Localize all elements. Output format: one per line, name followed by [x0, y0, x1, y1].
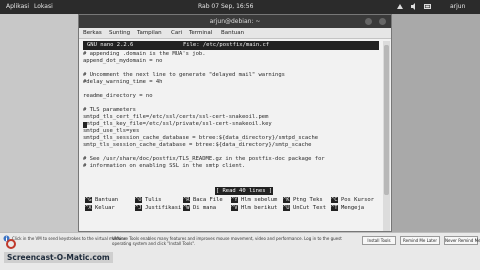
shortcut-next-page[interactable]: ^V Hlm berikut	[231, 205, 277, 211]
code-line: smtpd_tls_key_file=/etc/ssl/private/ssl-…	[83, 121, 272, 127]
shortcut-cursor-pos[interactable]: ^C Pos Kursor	[331, 197, 374, 203]
terminal-titlebar[interactable]: arjun@debian: ~	[79, 15, 391, 28]
desktop-left	[0, 14, 78, 232]
places-menu[interactable]: Lokasi	[34, 3, 53, 10]
code-line: #delay_warning_time = 4h	[83, 79, 163, 85]
shortcut-help[interactable]: ^G Bantuan	[85, 197, 118, 203]
shortcut-spell[interactable]: ^T Mengeja	[331, 205, 364, 211]
code-line: smtp_tls_session_cache_database = btree:…	[83, 142, 312, 148]
code-line: smtpd_tls_cert_file=/etc/ssl/certs/ssl-c…	[83, 114, 269, 120]
code-line: # TLS parameters	[83, 107, 136, 113]
user-menu[interactable]: arjun	[450, 3, 465, 10]
screencast-watermark: Screencast-O-Matic.com	[4, 252, 113, 263]
menu-bantuan[interactable]: Bantuan	[221, 30, 244, 36]
volume-icon[interactable]	[410, 3, 418, 10]
vm-keystroke-hint: Click in the VM to send keystrokes to th…	[12, 236, 127, 241]
terminal-menubar: Berkas Sunting Tampilan Cari Terminal Ba…	[79, 28, 391, 39]
nano-status: [ Read 40 lines ]	[215, 187, 273, 195]
window-title: arjun@debian: ~	[209, 18, 261, 25]
menu-tampilan[interactable]: Tampilan	[137, 30, 162, 36]
nano-version: GNU nano 2.2.6	[87, 42, 134, 48]
terminal-window[interactable]: arjun@debian: ~ Berkas Sunting Tampilan …	[78, 14, 392, 232]
remind-later-button[interactable]: Remind Me Later	[400, 236, 440, 245]
shortcut-uncut[interactable]: ^U UnCut Text	[283, 205, 326, 211]
nano-header: GNU nano 2.2.6 File: /etc/postfix/main.c…	[83, 41, 379, 50]
apps-menu[interactable]: Aplikasi	[6, 3, 29, 10]
close-icon[interactable]	[379, 18, 386, 25]
menu-terminal[interactable]: Terminal	[189, 30, 212, 36]
minimize-icon[interactable]	[365, 18, 372, 25]
code-line: smtpd_tls_session_cache_database = btree…	[83, 135, 319, 141]
nano-filename: File: /etc/postfix/main.cf	[183, 42, 270, 48]
code-line: smtpd_use_tls=yes	[83, 128, 140, 134]
network-icon[interactable]	[396, 3, 404, 10]
code-line: append_dot_mydomain = no	[83, 58, 163, 64]
shortcut-write[interactable]: ^O Tulis	[135, 197, 162, 203]
shortcut-where-is[interactable]: ^W Di mana	[183, 205, 216, 211]
code-line: readme_directory = no	[83, 93, 153, 99]
code-line: # information on enabling SSL in the smt…	[83, 163, 246, 169]
shortcut-read-file[interactable]: ^R Baca File	[183, 197, 223, 203]
code-line: # Uncomment the next line to generate "d…	[83, 72, 285, 78]
battery-icon[interactable]	[424, 3, 432, 10]
shortcut-prev-page[interactable]: ^Y Hlm sebelum	[231, 197, 277, 203]
never-remind-button[interactable]: Never Remind Me	[444, 236, 480, 245]
menu-sunting[interactable]: Sunting	[109, 30, 130, 36]
shortcut-cut-text[interactable]: ^K Ptng Teks	[283, 197, 323, 203]
shortcut-exit[interactable]: ^X Keluar	[85, 205, 115, 211]
shortcut-justify[interactable]: ^J Justifikasi	[135, 205, 181, 211]
vmware-tools-message: VMware Tools enables many features and i…	[112, 236, 342, 246]
scrollbar-thumb[interactable]	[384, 45, 389, 195]
code-line: # See /usr/share/doc/postfix/TLS_README.…	[83, 156, 325, 162]
install-tools-button[interactable]: Install Tools	[362, 236, 396, 245]
text-cursor	[83, 122, 87, 128]
code-line: # appending .domain is the MUA's job.	[83, 51, 206, 57]
menu-cari[interactable]: Cari	[171, 30, 182, 36]
desktop-right	[392, 14, 480, 232]
menu-berkas[interactable]: Berkas	[83, 30, 102, 36]
clock[interactable]: Rab 07 Sep, 16:56	[198, 3, 253, 10]
top-panel: Aplikasi Lokasi Rab 07 Sep, 16:56 arjun	[0, 0, 480, 14]
screencast-logo-icon	[6, 239, 16, 249]
